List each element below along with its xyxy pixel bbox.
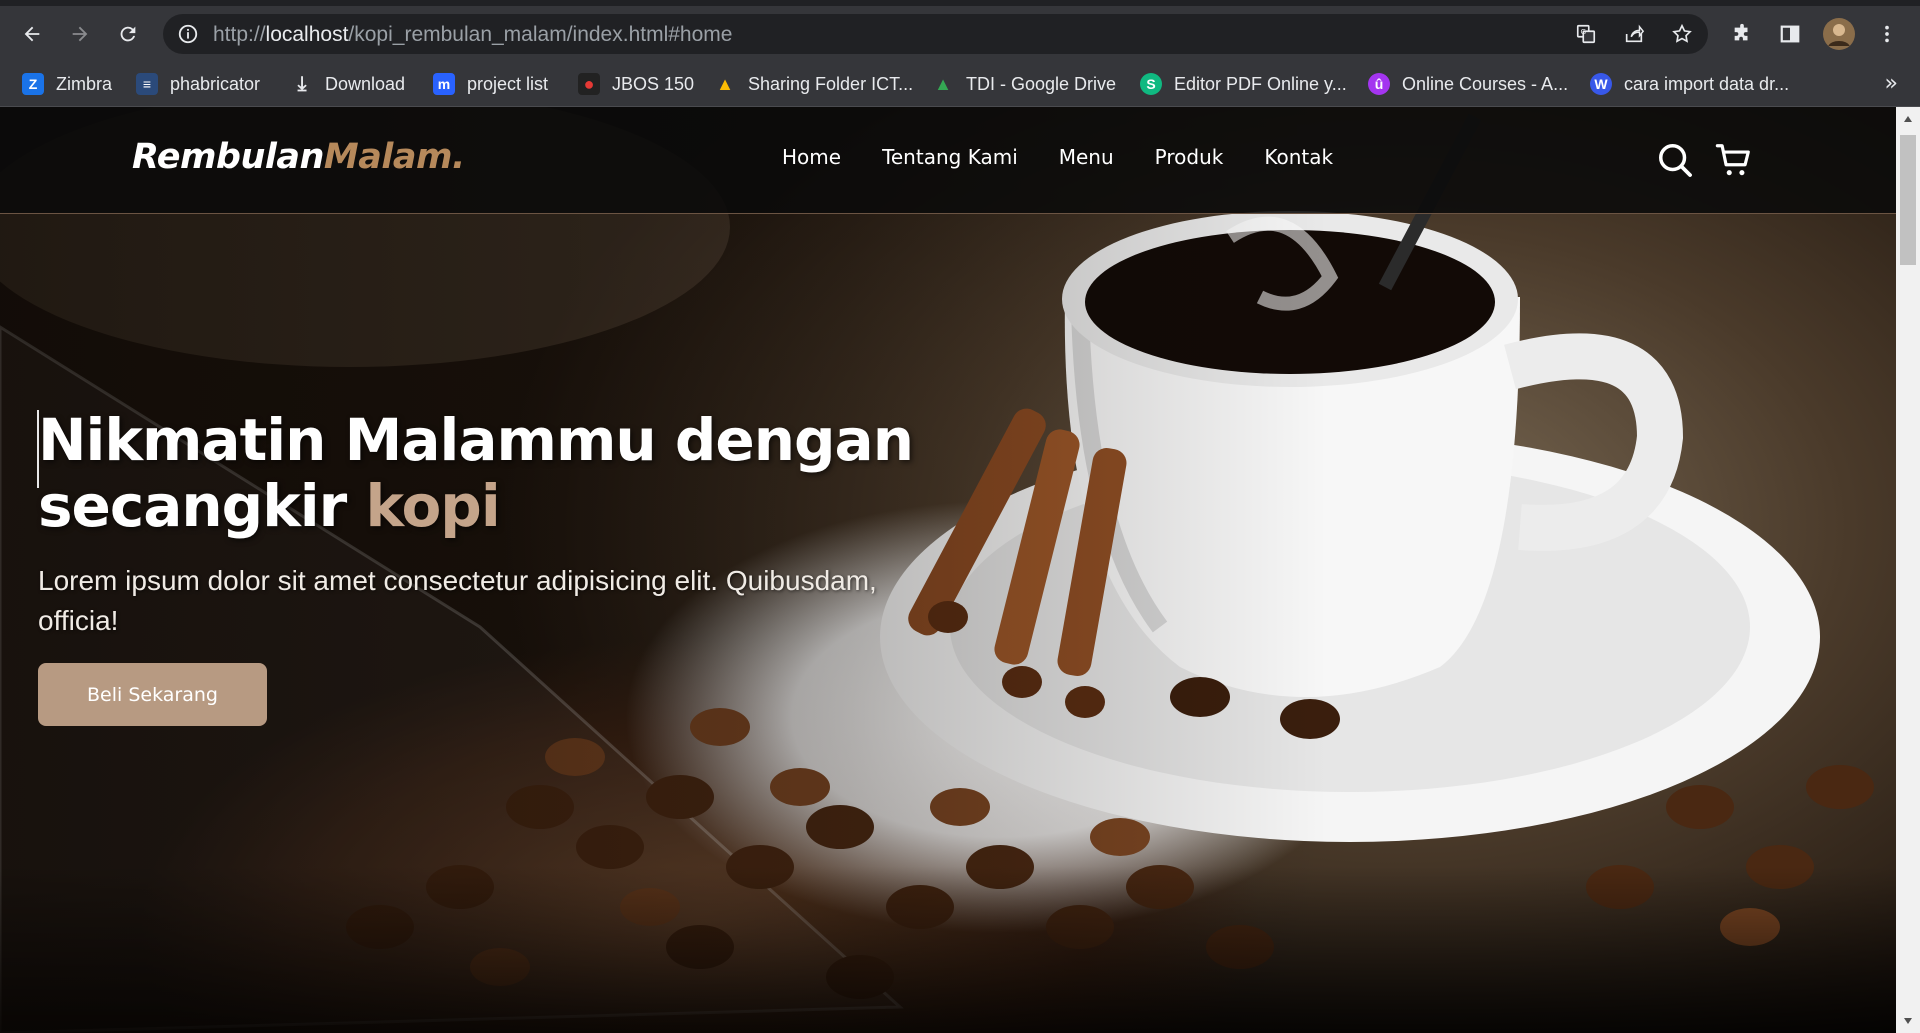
browser-toolbar: http://localhost/kopi_rembulan_malam/ind… [0,0,1920,61]
translate-icon[interactable]: G [1575,23,1597,45]
extensions-icon[interactable] [1725,17,1759,51]
bookmark-pdf-editor[interactable]: S Editor PDF Online y... [1140,67,1347,101]
svg-text:G: G [1581,27,1587,36]
scroll-down-arrow-icon[interactable] [1902,1015,1914,1027]
shopping-cart-icon[interactable] [1715,141,1753,179]
bookmark-online-courses[interactable]: û Online Courses - A... [1368,67,1568,101]
nav-produk[interactable]: Produk [1155,145,1224,169]
beli-sekarang-button[interactable]: Beli Sekarang [38,663,267,726]
nav-kontak[interactable]: Kontak [1264,145,1333,169]
nav-tentang-kami[interactable]: Tentang Kami [882,145,1018,169]
hero-title: Nikmatin Malammu dengan secangkir kopi [38,406,914,540]
search-icon[interactable] [1656,141,1694,179]
nav-menu[interactable]: Menu [1059,145,1114,169]
bookmark-jbos[interactable]: ● JBOS 150 [578,67,694,101]
bookmarks-bar: Z Zimbra ≡ phabricator ⤓ Download m proj… [0,61,1920,107]
hero-subtitle: Lorem ipsum dolor sit amet consectetur a… [38,565,877,636]
url-text[interactable]: http://localhost/kopi_rembulan_malam/ind… [213,23,732,47]
bookmark-label: project list [467,73,549,94]
reload-icon[interactable] [111,17,145,51]
side-panel-icon[interactable] [1773,17,1807,51]
share-icon[interactable] [1623,23,1645,45]
bookmark-download[interactable]: ⤓ Download [291,67,405,101]
page-scrollbar[interactable] [1896,107,1920,1033]
bookmark-label: Sharing Folder ICT... [748,73,914,94]
wordpress-icon: W [1590,73,1612,95]
bookmark-label: Online Courses - A... [1402,73,1569,94]
info-icon[interactable] [177,23,199,45]
back-icon[interactable] [15,17,49,51]
phabricator-icon: ≡ [136,73,158,95]
forward-icon[interactable] [63,17,97,51]
main-nav: Home Tentang Kami Menu Produk Kontak [782,145,1333,169]
bookmark-star-icon[interactable] [1671,23,1693,45]
pdf-editor-icon: S [1140,73,1162,95]
page-viewport: RembulanMalam. Home Tentang Kami Menu Pr… [0,107,1896,1033]
site-logo[interactable]: RembulanMalam. [132,137,465,177]
bookmark-label: Download [325,73,406,94]
address-bar[interactable]: http://localhost/kopi_rembulan_malam/ind… [163,14,1708,54]
bookmark-tdi-drive[interactable]: ▲ TDI - Google Drive [932,67,1116,101]
bookmark-label: Zimbra [56,73,113,94]
scrollbar-thumb[interactable] [1900,135,1916,265]
redhat-icon: ● [578,73,600,95]
bookmark-label: TDI - Google Drive [966,73,1117,94]
download-icon: ⤓ [297,72,307,95]
project-list-icon: m [433,73,455,95]
bookmark-label: phabricator [170,73,261,94]
udemy-icon: û [1368,73,1390,95]
hero-content: Nikmatin Malammu dengan secangkir kopi L… [38,407,938,641]
bookmark-label: JBOS 150 [612,73,695,94]
bookmark-zimbra[interactable]: Z Zimbra [22,67,112,101]
more-menu-icon[interactable] [1870,17,1904,51]
bookmark-import-data[interactable]: W cara import data dr... [1590,67,1789,101]
bookmark-project-list[interactable]: m project list [433,67,548,101]
bookmark-sharing-folder[interactable]: ▲ Sharing Folder ICT... [714,67,913,101]
google-drive-icon: ▲ [716,73,734,94]
bookmark-label: Editor PDF Online y... [1174,73,1347,94]
bookmarks-overflow-button[interactable]: » [1885,71,1898,96]
zimbra-icon: Z [22,73,44,95]
google-drive-icon: ▲ [934,73,952,94]
scroll-up-arrow-icon[interactable] [1902,113,1914,125]
site-navbar: RembulanMalam. Home Tentang Kami Menu Pr… [0,107,1896,214]
nav-home[interactable]: Home [782,145,841,169]
profile-avatar[interactable] [1822,17,1856,51]
bookmark-phabricator[interactable]: ≡ phabricator [136,67,260,101]
bookmark-label: cara import data dr... [1624,73,1790,94]
